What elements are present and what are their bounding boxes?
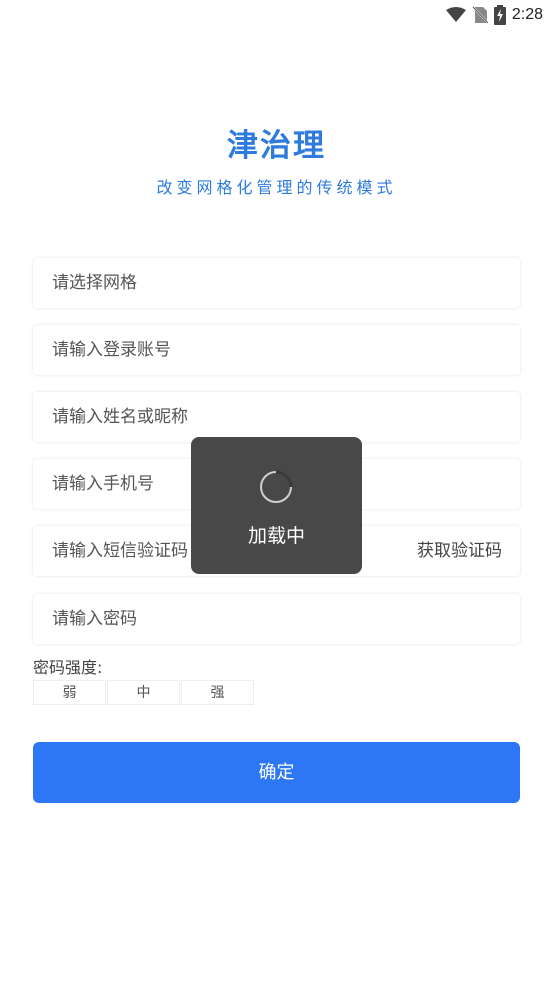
status-time: 2:28 xyxy=(511,6,543,23)
status-icons: 2:28 xyxy=(445,4,543,26)
password-strength-label: 密码强度: xyxy=(33,658,103,677)
account-field[interactable] xyxy=(33,325,520,375)
app-subtitle: 改变网格化管理的传统模式 xyxy=(156,178,397,197)
password-strength-meter: 弱 中 强 xyxy=(33,680,255,705)
name-input[interactable] xyxy=(33,392,520,442)
no-sim-icon xyxy=(472,6,488,24)
password-input[interactable] xyxy=(33,594,520,644)
wifi-icon xyxy=(445,7,466,23)
grid-select-field[interactable] xyxy=(33,258,520,308)
status-bar: 2:28 xyxy=(0,0,553,30)
app-title: 津治理 xyxy=(227,128,326,164)
password-field[interactable] xyxy=(33,594,520,644)
loading-spinner-icon xyxy=(260,470,293,503)
get-code-button[interactable]: 获取验证码 xyxy=(417,526,502,576)
account-input[interactable] xyxy=(33,325,520,375)
confirm-button[interactable]: 确定 xyxy=(33,742,520,803)
grid-select-input[interactable] xyxy=(33,258,520,308)
loading-toast: 加载中 xyxy=(191,437,362,574)
name-field[interactable] xyxy=(33,392,520,442)
strength-medium: 中 xyxy=(107,680,180,705)
strength-strong: 强 xyxy=(181,680,254,705)
strength-weak: 弱 xyxy=(33,680,106,705)
loading-text: 加载中 xyxy=(247,525,305,547)
battery-charging-icon xyxy=(493,5,506,25)
